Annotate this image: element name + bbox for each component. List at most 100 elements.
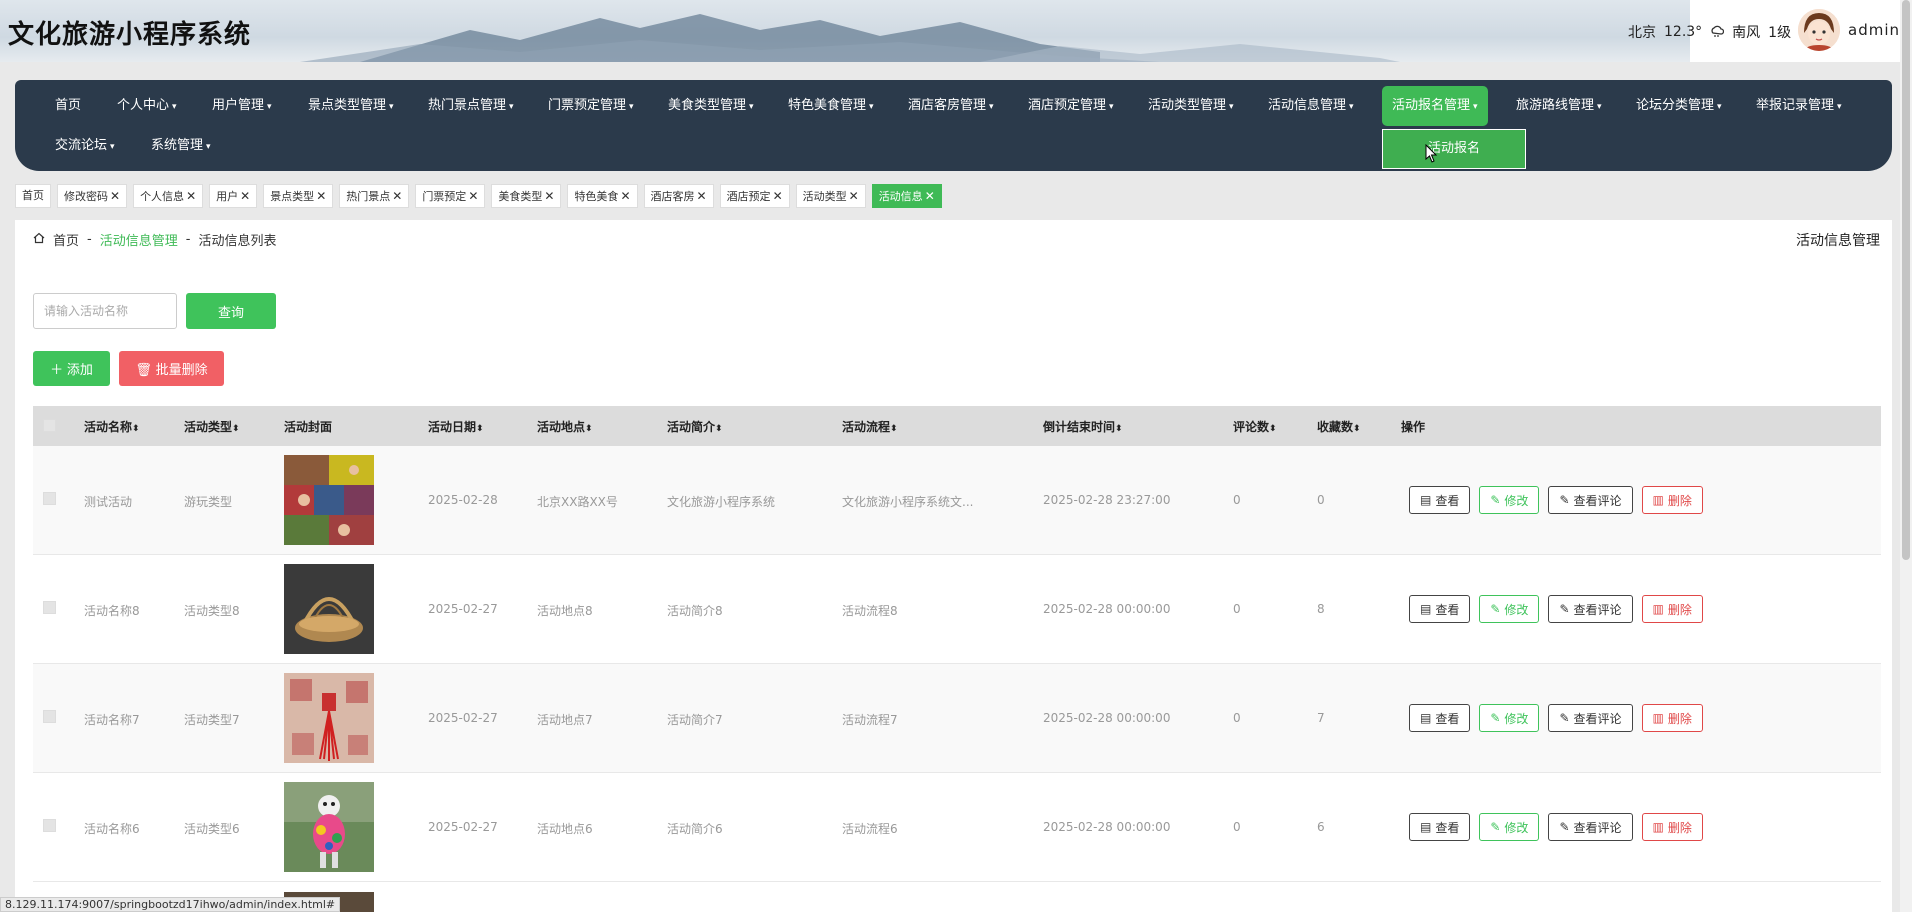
cell-intro: 活动简介7 — [667, 713, 723, 727]
nav-item-forum[interactable]: 交流论坛 ▾ — [45, 126, 125, 166]
edit-icon: ✎ — [1490, 493, 1501, 507]
view-button[interactable]: ▤ 查看 — [1409, 813, 1471, 841]
select-all-checkbox[interactable] — [43, 419, 56, 432]
tag-hotel-booking[interactable]: 酒店预定 ✕ — [719, 184, 790, 208]
nav-item-food-type[interactable]: 美食类型管理 ▾ — [658, 86, 764, 126]
tag-user[interactable]: 用户 ✕ — [209, 184, 258, 208]
tag-change-password[interactable]: 修改密码 ✕ — [57, 184, 128, 208]
sort-icon: ⬍ — [476, 424, 484, 434]
col-header-intro[interactable]: 活动简介⬍ — [667, 418, 723, 435]
cell-comments: 0 — [1233, 493, 1241, 507]
sort-icon: ⬍ — [890, 424, 898, 434]
tag-special-food[interactable]: 特色美食 ✕ — [567, 184, 638, 208]
status-bar-url: 8.129.11.174:9007/springbootzd17ihwo/adm… — [0, 897, 341, 912]
document-icon: ▤ — [1420, 493, 1432, 507]
col-header-name[interactable]: 活动名称⬍ — [84, 418, 140, 435]
view-comments-button[interactable]: ✎ 查看评论 — [1548, 595, 1633, 623]
tag-ticket-booking[interactable]: 门票预定 ✕ — [415, 184, 486, 208]
nav-item-activity-type[interactable]: 活动类型管理 ▾ — [1138, 86, 1244, 126]
cell-comments: 0 — [1233, 602, 1241, 616]
caret-down-icon: ▾ — [989, 102, 994, 112]
row-checkbox[interactable] — [43, 492, 56, 505]
delete-button[interactable]: ▥ 删除 — [1641, 813, 1703, 841]
nav-item-hot-scenic[interactable]: 热门景点管理 ▾ — [418, 86, 524, 126]
nav-item-scenic-type[interactable]: 景点类型管理 ▾ — [298, 86, 404, 126]
view-comments-button[interactable]: ✎ 查看评论 — [1548, 704, 1633, 732]
nav-item-system[interactable]: 系统管理 ▾ — [141, 126, 221, 166]
weather-city: 北京 — [1628, 25, 1656, 41]
tag-scenic-type[interactable]: 景点类型 ✕ — [263, 184, 334, 208]
col-header-place[interactable]: 活动地点⬍ — [537, 418, 593, 435]
mouse-cursor-icon — [1425, 143, 1439, 168]
cover-image — [284, 673, 374, 763]
breadcrumb-section[interactable]: 活动信息管理 — [100, 230, 178, 249]
caret-down-icon: ▾ — [629, 102, 634, 112]
sort-icon: ⬍ — [132, 424, 140, 434]
col-header-end-time[interactable]: 倒计结束时间⬍ — [1043, 418, 1123, 435]
col-header-type[interactable]: 活动类型⬍ — [184, 418, 240, 435]
nav-item-hotel-room[interactable]: 酒店客房管理 ▾ — [898, 86, 1004, 126]
avatar[interactable] — [1798, 9, 1840, 51]
nav-item-personal-center[interactable]: 个人中心 ▾ — [107, 86, 187, 126]
scrollbar-thumb[interactable] — [1902, 0, 1910, 560]
row-actions: ▤ 查看 ✎ 修改 ✎ 查看评论 ▥ 删除 — [1409, 813, 1703, 841]
edit-button[interactable]: ✎ 修改 — [1479, 813, 1540, 841]
tag-hotel-room[interactable]: 酒店客房 ✕ — [643, 184, 714, 208]
batch-delete-button[interactable]: 🗑 批量删除 — [119, 351, 224, 386]
col-header-date[interactable]: 活动日期⬍ — [428, 418, 484, 435]
view-comments-button[interactable]: ✎ 查看评论 — [1548, 486, 1633, 514]
row-checkbox[interactable] — [43, 601, 56, 614]
tag-food-type[interactable]: 美食类型 ✕ — [491, 184, 562, 208]
row-checkbox[interactable] — [43, 819, 56, 832]
close-icon: ✕ — [392, 189, 403, 203]
delete-button[interactable]: ▥ 删除 — [1641, 704, 1703, 732]
nav-item-home[interactable]: 首页 — [45, 86, 91, 126]
nav-item-hotel-booking[interactable]: 酒店预定管理 ▾ — [1018, 86, 1124, 126]
nav-item-travel-route[interactable]: 旅游路线管理 ▾ — [1506, 86, 1612, 126]
view-comments-button[interactable]: ✎ 查看评论 — [1548, 813, 1633, 841]
cell-end-time: 2025-02-28 00:00:00 — [1043, 820, 1171, 834]
nav-item-activity-signup[interactable]: 活动报名管理 ▾ — [1382, 86, 1488, 126]
sort-icon: ⬍ — [1115, 424, 1123, 434]
add-button[interactable]: ＋ 添加 — [33, 351, 110, 386]
cell-place: 活动地点7 — [537, 713, 593, 727]
tag-activity-type[interactable]: 活动类型 ✕ — [795, 184, 866, 208]
delete-button[interactable]: ▥ 删除 — [1641, 486, 1703, 514]
cell-favs: 7 — [1317, 711, 1325, 725]
cell-end-time: 2025-02-28 00:00:00 — [1043, 711, 1171, 725]
tag-activity-info[interactable]: 活动信息 ✕ — [871, 184, 942, 208]
weather-icon — [1710, 24, 1725, 41]
sort-icon: ⬍ — [1269, 424, 1277, 434]
tag-hot-scenic[interactable]: 热门景点 ✕ — [339, 184, 410, 208]
close-icon: ✕ — [468, 189, 479, 203]
row-actions: ▤ 查看 ✎ 修改 ✎ 查看评论 ▥ 删除 — [1409, 595, 1703, 623]
view-button[interactable]: ▤ 查看 — [1409, 486, 1471, 514]
edit-button[interactable]: ✎ 修改 — [1479, 486, 1540, 514]
col-header-favs[interactable]: 收藏数⬍ — [1317, 418, 1361, 435]
view-button[interactable]: ▤ 查看 — [1409, 595, 1471, 623]
dropdown-item-activity-signup[interactable]: 活动报名 — [1382, 129, 1526, 169]
tag-personal-info[interactable]: 个人信息 ✕ — [133, 184, 204, 208]
nav-item-user-management[interactable]: 用户管理 ▾ — [202, 86, 282, 126]
breadcrumb-page: 活动信息列表 — [198, 234, 277, 249]
caret-down-icon: ▾ — [749, 102, 754, 112]
row-checkbox[interactable] — [43, 710, 56, 723]
nav-item-forum-category[interactable]: 论坛分类管理 ▾ — [1626, 86, 1732, 126]
col-header-comments[interactable]: 评论数⬍ — [1233, 418, 1277, 435]
cell-place: 北京XX路XX号 — [537, 495, 618, 509]
query-button[interactable]: 查询 — [186, 293, 276, 329]
user-name[interactable]: admin — [1848, 21, 1900, 39]
delete-button[interactable]: ▥ 删除 — [1641, 595, 1703, 623]
tag-home[interactable]: 首页 — [15, 184, 51, 208]
view-button[interactable]: ▤ 查看 — [1409, 704, 1471, 732]
nav-item-report-records[interactable]: 举报记录管理 ▾ — [1746, 86, 1852, 126]
edit-button[interactable]: ✎ 修改 — [1479, 595, 1540, 623]
nav-item-special-food[interactable]: 特色美食管理 ▾ — [778, 86, 884, 126]
cell-intro: 文化旅游小程序系统 — [667, 495, 776, 509]
search-input[interactable] — [33, 293, 177, 329]
nav-item-activity-info[interactable]: 活动信息管理 ▾ — [1258, 86, 1364, 126]
col-header-flow[interactable]: 活动流程⬍ — [842, 418, 898, 435]
breadcrumb-home[interactable]: 首页 — [53, 230, 79, 249]
edit-button[interactable]: ✎ 修改 — [1479, 704, 1540, 732]
nav-item-ticket-booking[interactable]: 门票预定管理 ▾ — [538, 86, 644, 126]
